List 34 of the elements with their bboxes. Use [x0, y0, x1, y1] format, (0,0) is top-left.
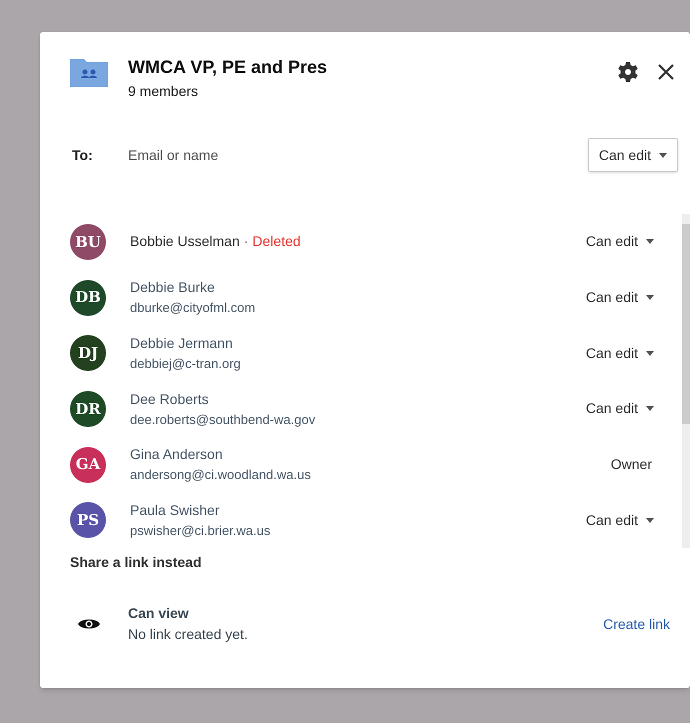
status-label: Deleted: [252, 232, 301, 252]
separator-dot: ·: [244, 232, 248, 252]
member-name: Paula Swisher: [130, 500, 220, 520]
to-label: To:: [72, 146, 94, 164]
permission-dropdown[interactable]: Can edit: [586, 398, 654, 420]
permission-dropdown[interactable]: Can edit: [586, 287, 654, 308]
avatar: PS: [70, 502, 106, 538]
avatar: DB: [70, 280, 106, 316]
recipient-field[interactable]: Email or name: [128, 144, 588, 166]
member-name: Dee Roberts: [130, 390, 209, 409]
permission-dropdown[interactable]: Can edit: [588, 138, 678, 172]
avatar: GA: [70, 446, 106, 483]
dialog-title: WMCA VP, PE and Pres: [128, 56, 328, 79]
create-link[interactable]: Create link: [603, 614, 670, 634]
permission-dropdown[interactable]: Can edit: [586, 231, 654, 252]
link-access: Can view: [128, 604, 190, 623]
permission-dropdown[interactable]: Can edit: [586, 342, 654, 364]
permission-label: Owner: [610, 455, 652, 474]
member-email: dburke@cityofml.com: [130, 299, 256, 318]
avatar: DR: [70, 390, 106, 427]
member-count: 9 members: [128, 82, 200, 101]
avatar: BU: [70, 224, 106, 260]
permission-dropdown[interactable]: Can edit: [586, 510, 654, 531]
link-note: No link created yet.: [128, 625, 249, 644]
member-name: Bobbie Usselman: [130, 232, 240, 252]
member-email: debbiej@c-tran.org: [130, 354, 242, 373]
member-name: Debbie Jermann: [130, 334, 233, 353]
member-email: pswisher@ci.brier.wa.us: [130, 522, 272, 540]
member-email: andersong@ci.woodland.wa.us: [130, 466, 312, 484]
member-name: Gina Anderson: [130, 445, 223, 464]
avatar: DJ: [70, 335, 106, 372]
member-email: dee.roberts@southbend-wa.gov: [130, 410, 316, 429]
section-heading: Share a link instead: [69, 553, 202, 572]
member-name: Debbie Burke: [130, 278, 215, 298]
